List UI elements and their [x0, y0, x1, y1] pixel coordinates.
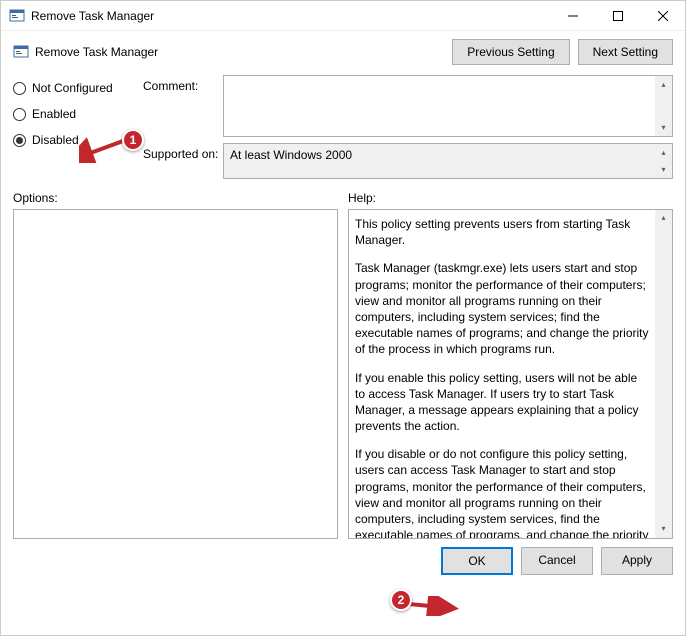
ok-button[interactable]: OK [441, 547, 513, 575]
radio-icon [13, 82, 26, 95]
config-area: Not Configured Enabled Disabled Comment:… [1, 69, 685, 185]
supported-on-box: At least Windows 2000 ▴ ▾ [223, 143, 673, 179]
comment-textarea[interactable]: ▴ ▾ [223, 75, 673, 137]
help-text: This policy setting prevents users from … [355, 216, 650, 248]
options-label: Options: [13, 191, 338, 205]
radio-group: Not Configured Enabled Disabled [13, 75, 143, 185]
close-button[interactable] [640, 1, 685, 31]
apply-button[interactable]: Apply [601, 547, 673, 575]
scrollbar[interactable]: ▴ ▾ [655, 144, 672, 178]
window-controls [550, 1, 685, 30]
radio-not-configured[interactable]: Not Configured [13, 81, 143, 95]
next-setting-button[interactable]: Next Setting [578, 39, 673, 65]
titlebar: Remove Task Manager [1, 1, 685, 31]
scroll-up-icon[interactable]: ▴ [655, 210, 672, 227]
minimize-button[interactable] [550, 1, 595, 31]
annotation-badge-1: 1 [122, 129, 144, 151]
cancel-button[interactable]: Cancel [521, 547, 593, 575]
help-box: This policy setting prevents users from … [348, 209, 673, 539]
header-row: Remove Task Manager Previous Setting Nex… [1, 31, 685, 69]
radio-label: Disabled [32, 133, 79, 147]
radio-label: Not Configured [32, 81, 113, 95]
maximize-button[interactable] [595, 1, 640, 31]
annotation-badge-2: 2 [390, 589, 412, 611]
help-label: Help: [348, 191, 673, 205]
app-icon [9, 8, 25, 24]
help-text: Task Manager (taskmgr.exe) lets users st… [355, 260, 650, 357]
help-text: If you disable or do not configure this … [355, 446, 650, 539]
scroll-down-icon[interactable]: ▾ [655, 161, 672, 178]
radio-icon [13, 108, 26, 121]
scroll-down-icon[interactable]: ▾ [655, 119, 672, 136]
supported-on-value: At least Windows 2000 [230, 148, 352, 162]
footer: OK Cancel Apply [1, 539, 685, 583]
policy-name: Remove Task Manager [35, 45, 452, 59]
window-title: Remove Task Manager [31, 9, 550, 23]
options-box [13, 209, 338, 539]
comment-label: Comment: [143, 75, 223, 137]
scroll-up-icon[interactable]: ▴ [655, 76, 672, 93]
previous-setting-button[interactable]: Previous Setting [452, 39, 569, 65]
annotation-arrow-1 [79, 135, 127, 163]
scroll-down-icon[interactable]: ▾ [655, 521, 672, 538]
scrollbar[interactable]: ▴ ▾ [655, 76, 672, 136]
supported-on-label: Supported on: [143, 143, 223, 179]
policy-icon [13, 44, 29, 60]
radio-icon [13, 134, 26, 147]
help-text: If you enable this policy setting, users… [355, 370, 650, 435]
scroll-up-icon[interactable]: ▴ [655, 144, 672, 161]
radio-enabled[interactable]: Enabled [13, 107, 143, 121]
radio-label: Enabled [32, 107, 76, 121]
scrollbar[interactable]: ▴ ▾ [655, 210, 672, 538]
lower-area: Options: Help: This policy setting preve… [1, 185, 685, 539]
